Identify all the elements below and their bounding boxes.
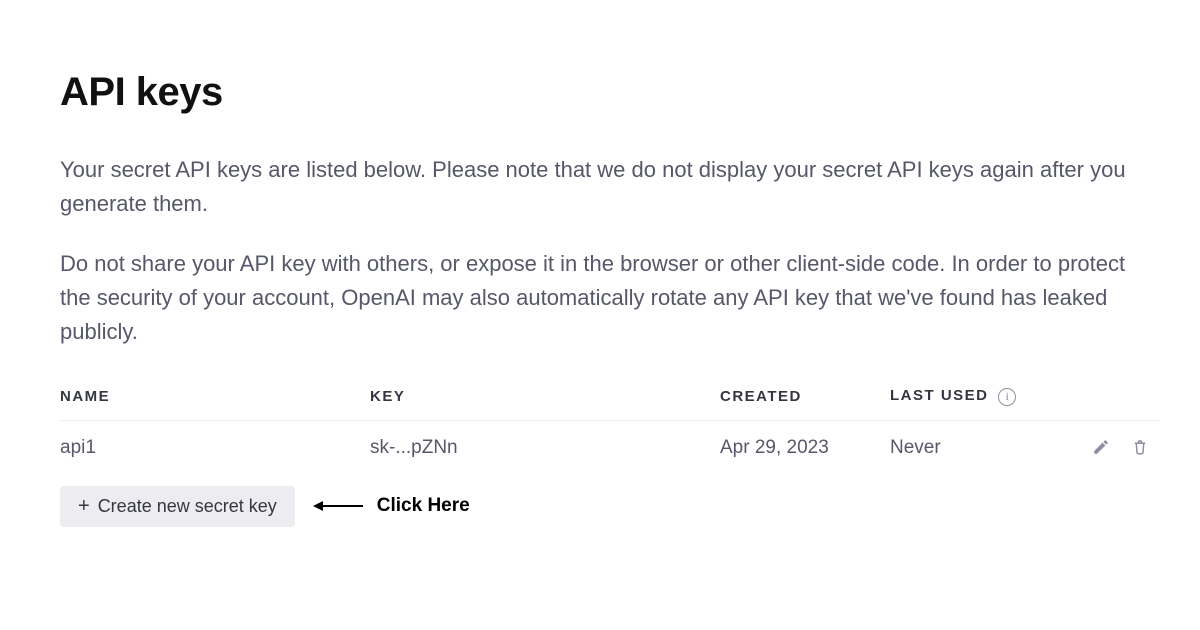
cell-created: Apr 29, 2023 <box>720 420 890 476</box>
col-header-name: NAME <box>60 375 370 420</box>
page-title: API keys <box>60 70 1140 115</box>
api-keys-table: NAME KEY CREATED LAST USED i api1 sk-...… <box>60 375 1160 475</box>
create-key-label: Create new secret key <box>98 496 277 517</box>
description-2: Do not share your API key with others, o… <box>60 247 1130 349</box>
annotation-click-here: Click Here <box>313 495 470 517</box>
arrow-left-icon <box>313 500 363 512</box>
create-secret-key-button[interactable]: + Create new secret key <box>60 486 295 527</box>
plus-icon: + <box>78 496 90 516</box>
col-header-created: CREATED <box>720 375 890 420</box>
info-icon[interactable]: i <box>998 388 1016 406</box>
cell-lastused: Never <box>890 420 1060 476</box>
annotation-text: Click Here <box>377 495 470 517</box>
edit-icon[interactable] <box>1089 435 1113 459</box>
col-header-key: KEY <box>370 375 720 420</box>
col-header-lastused-label: LAST USED <box>890 387 989 404</box>
col-header-lastused: LAST USED i <box>890 375 1060 420</box>
cell-key: sk-...pZNn <box>370 420 720 476</box>
table-row: api1 sk-...pZNn Apr 29, 2023 Never <box>60 420 1160 476</box>
cell-name: api1 <box>60 420 370 476</box>
delete-icon[interactable] <box>1128 435 1152 459</box>
description-1: Your secret API keys are listed below. P… <box>60 153 1130 221</box>
